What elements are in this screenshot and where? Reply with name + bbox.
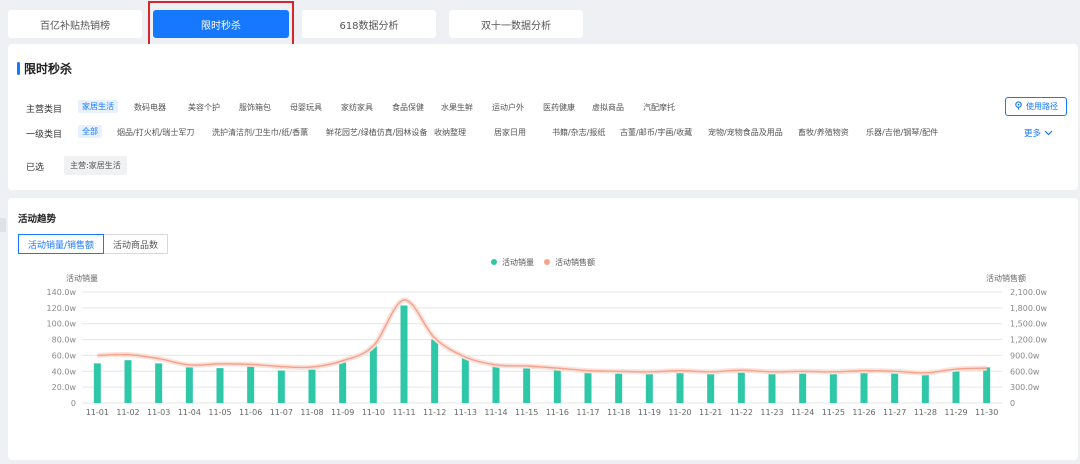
x-tick-label: 11-12 xyxy=(423,408,446,417)
bar-sales-volume xyxy=(799,370,807,403)
bar-sales-volume xyxy=(952,368,960,403)
bar-sales-volume xyxy=(124,360,132,403)
x-tick-label: 11-09 xyxy=(331,408,354,417)
x-tick-label: 11-11 xyxy=(392,408,415,417)
x-tick-label: 11-02 xyxy=(116,408,139,417)
bar-sales-volume xyxy=(492,365,500,403)
bar-sales-volume xyxy=(339,362,347,403)
legend-label-sales-amount: 活动销售额 xyxy=(555,257,595,267)
bar-sales-volume xyxy=(93,363,101,403)
bar-sales-volume xyxy=(431,339,439,403)
y-right-tick-label: 900.0w xyxy=(1010,351,1040,360)
bar-sales-volume xyxy=(553,367,561,403)
bar-sales-volume xyxy=(860,368,868,403)
bar-sales-volume xyxy=(308,369,316,403)
bar-sales-volume xyxy=(369,345,377,403)
x-tick-label: 11-08 xyxy=(300,408,323,417)
bar-sales-volume xyxy=(707,373,715,403)
x-tick-label: 11-22 xyxy=(730,408,753,417)
y-left-tick-label: 80.0w xyxy=(52,336,77,345)
bar-sales-volume xyxy=(676,370,684,403)
x-tick-label: 11-21 xyxy=(699,408,722,417)
y-right-tick-label: 1,500.0w xyxy=(1010,320,1048,329)
y-left-tick-label: 120.0w xyxy=(47,304,77,313)
y-right-tick-label: 2,100.0w xyxy=(1010,288,1048,297)
x-tick-label: 11-15 xyxy=(515,408,538,417)
bar-sales-volume xyxy=(737,369,745,403)
bar-sales-volume xyxy=(829,371,837,403)
bar-sales-volume xyxy=(216,368,224,403)
y-left-tick-label: 20.0w xyxy=(52,383,77,392)
x-tick-label: 11-06 xyxy=(239,408,262,417)
y-right-tick-label: 0 xyxy=(1010,399,1015,408)
x-tick-label: 11-05 xyxy=(208,408,231,417)
bar-sales-volume xyxy=(400,305,408,403)
y-right-tick-label: 300.0w xyxy=(1010,383,1040,392)
x-tick-label: 11-17 xyxy=(576,408,599,417)
bar-sales-volume xyxy=(277,370,285,403)
right-edge-widget xyxy=(1064,378,1080,438)
x-tick-label: 11-19 xyxy=(638,408,661,417)
y-left-tick-label: 40.0w xyxy=(52,367,77,376)
bar-sales-volume xyxy=(584,372,592,403)
legend-marker-sales-volume xyxy=(491,259,497,265)
bar-sales-volume xyxy=(461,357,469,403)
x-tick-label: 11-24 xyxy=(791,408,814,417)
x-tick-label: 11-28 xyxy=(914,408,937,417)
x-tick-label: 11-18 xyxy=(607,408,630,417)
x-tick-label: 11-04 xyxy=(178,408,201,417)
y-left-tick-label: 100.0w xyxy=(47,320,77,329)
x-tick-label: 11-23 xyxy=(760,408,783,417)
x-tick-label: 11-13 xyxy=(454,408,477,417)
bar-sales-volume xyxy=(185,367,193,403)
bar-sales-volume xyxy=(768,371,776,403)
legend-label-sales-volume: 活动销量 xyxy=(502,257,534,267)
y-left-tick-label: 0 xyxy=(71,399,76,408)
bar-sales-volume xyxy=(921,372,929,403)
y-right-tick-label: 1,200.0w xyxy=(1010,336,1048,345)
x-tick-label: 11-20 xyxy=(668,408,691,417)
bar-sales-volume xyxy=(983,367,991,403)
x-tick-label: 11-10 xyxy=(362,408,385,417)
legend-marker-sales-amount xyxy=(544,259,550,265)
bar-sales-volume xyxy=(615,371,623,403)
bar-sales-volume xyxy=(891,369,899,403)
x-tick-label: 11-25 xyxy=(822,408,845,417)
y-left-tick-label: 60.0w xyxy=(52,351,77,360)
x-tick-label: 11-27 xyxy=(883,408,906,417)
bar-sales-volume xyxy=(645,372,653,403)
bar-sales-volume xyxy=(247,366,255,403)
series-line-sales-amount-glow xyxy=(97,297,987,376)
y-left-tick-label: 140.0w xyxy=(47,288,77,297)
x-tick-label: 11-07 xyxy=(270,408,293,417)
y-left-axis-title: 活动销量 xyxy=(66,273,98,283)
x-tick-label: 11-14 xyxy=(484,408,507,417)
x-tick-label: 11-03 xyxy=(147,408,170,417)
x-tick-label: 11-26 xyxy=(852,408,875,417)
x-tick-label: 11-01 xyxy=(86,408,109,417)
x-tick-label: 11-30 xyxy=(975,408,998,417)
y-right-tick-label: 600.0w xyxy=(1010,367,1040,376)
bar-sales-volume xyxy=(523,365,531,403)
x-tick-label: 11-29 xyxy=(944,408,967,417)
bar-sales-volume xyxy=(155,363,163,403)
x-tick-label: 11-16 xyxy=(546,408,569,417)
trend-chart: 0 20.0w 40.0w 60.0w 80.0w 100.0w 120.0w 140.0w 0… xyxy=(47,257,1048,417)
y-right-axis-title: 活动销售额 xyxy=(986,273,1026,283)
y-right-tick-label: 1,800.0w xyxy=(1010,304,1048,313)
